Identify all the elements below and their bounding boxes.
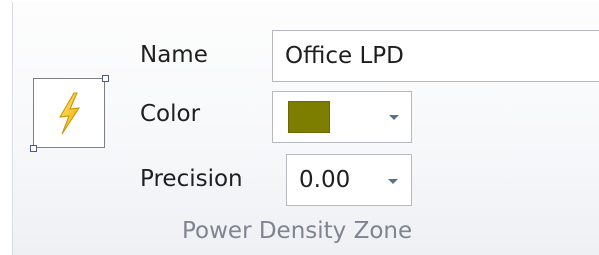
color-dropdown[interactable]	[272, 91, 412, 143]
precision-label: Precision	[140, 166, 243, 192]
precision-value: 0.00	[299, 167, 351, 193]
resize-handle-top-right	[102, 75, 109, 82]
precision-dropdown[interactable]: 0.00	[286, 154, 412, 206]
chevron-down-icon[interactable]	[388, 179, 398, 184]
chevron-down-icon[interactable]	[389, 115, 399, 120]
color-label: Color	[140, 101, 201, 127]
group-caption: Power Density Zone	[182, 218, 413, 244]
lightning-bolt-icon	[59, 92, 80, 135]
name-input[interactable]	[272, 30, 599, 82]
name-label: Name	[140, 42, 208, 68]
color-swatch	[288, 101, 330, 133]
zone-tool-button[interactable]	[30, 75, 109, 152]
resize-handle-bottom-left	[30, 145, 37, 152]
